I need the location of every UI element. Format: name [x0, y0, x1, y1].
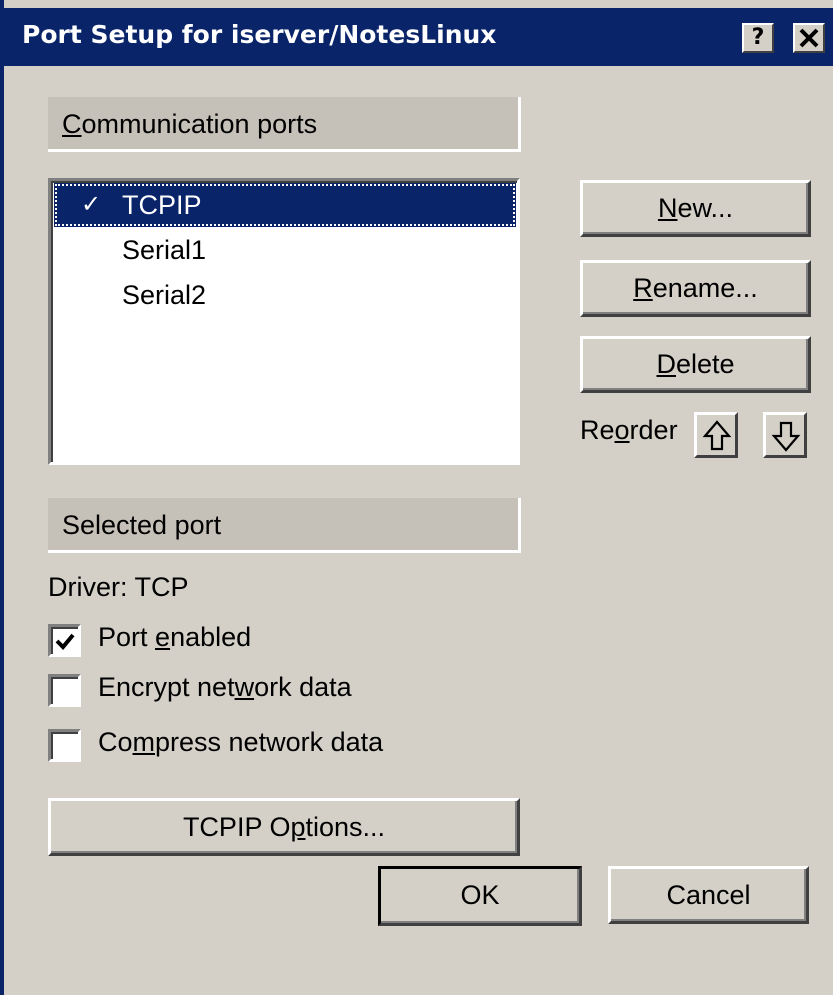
- title-bar: Port Setup for iserver/NotesLinux ?: [4, 8, 833, 66]
- move-down-button[interactable]: [763, 412, 807, 458]
- rename-button[interactable]: Rename...: [580, 260, 811, 317]
- reorder-label: Reorder: [580, 415, 678, 445]
- driver-text: Driver: TCP: [48, 572, 189, 602]
- ok-button[interactable]: OK: [378, 866, 582, 926]
- move-up-button[interactable]: [694, 412, 738, 458]
- tcpip-options-button[interactable]: TCPIP Options...: [48, 798, 520, 856]
- port-enabled-label: Port enabled: [98, 622, 252, 652]
- delete-button[interactable]: Delete: [580, 336, 811, 393]
- help-button[interactable]: ?: [742, 23, 774, 53]
- arrow-down-icon: [771, 421, 801, 452]
- encrypt-network-data-label: Encrypt network data: [98, 672, 352, 702]
- list-item-label: Serial2: [122, 280, 207, 310]
- list-item-serial1[interactable]: Serial1: [54, 228, 516, 272]
- checkmark-icon: [55, 633, 75, 650]
- checkmark-icon: ✓: [80, 191, 102, 218]
- close-icon: [799, 28, 819, 48]
- encrypt-network-data-checkbox[interactable]: [48, 674, 81, 707]
- arrow-up-icon: [702, 420, 732, 451]
- window-title: Port Setup for iserver/NotesLinux: [22, 20, 497, 49]
- communication-ports-title: Communication ports: [62, 109, 318, 139]
- compress-network-data-label: Compress network data: [98, 727, 384, 757]
- cancel-button[interactable]: Cancel: [608, 866, 809, 924]
- list-item-serial2[interactable]: Serial2: [54, 273, 516, 317]
- port-setup-dialog: Port Setup for iserver/NotesLinux ? Comm…: [0, 0, 833, 995]
- communication-ports-header: Communication ports: [48, 97, 521, 152]
- list-item-label: Serial1: [122, 235, 207, 265]
- selected-port-header: Selected port: [48, 498, 521, 553]
- list-item-label: TCPIP: [122, 190, 202, 220]
- new-button[interactable]: New...: [580, 180, 811, 237]
- list-item-tcpip[interactable]: ✓ TCPIP: [54, 183, 516, 227]
- port-list[interactable]: ✓ TCPIP Serial1 Serial2: [48, 178, 520, 465]
- port-enabled-checkbox[interactable]: [48, 624, 81, 657]
- compress-network-data-checkbox[interactable]: [48, 729, 81, 762]
- selected-port-title: Selected port: [62, 510, 222, 540]
- close-button[interactable]: [793, 23, 825, 53]
